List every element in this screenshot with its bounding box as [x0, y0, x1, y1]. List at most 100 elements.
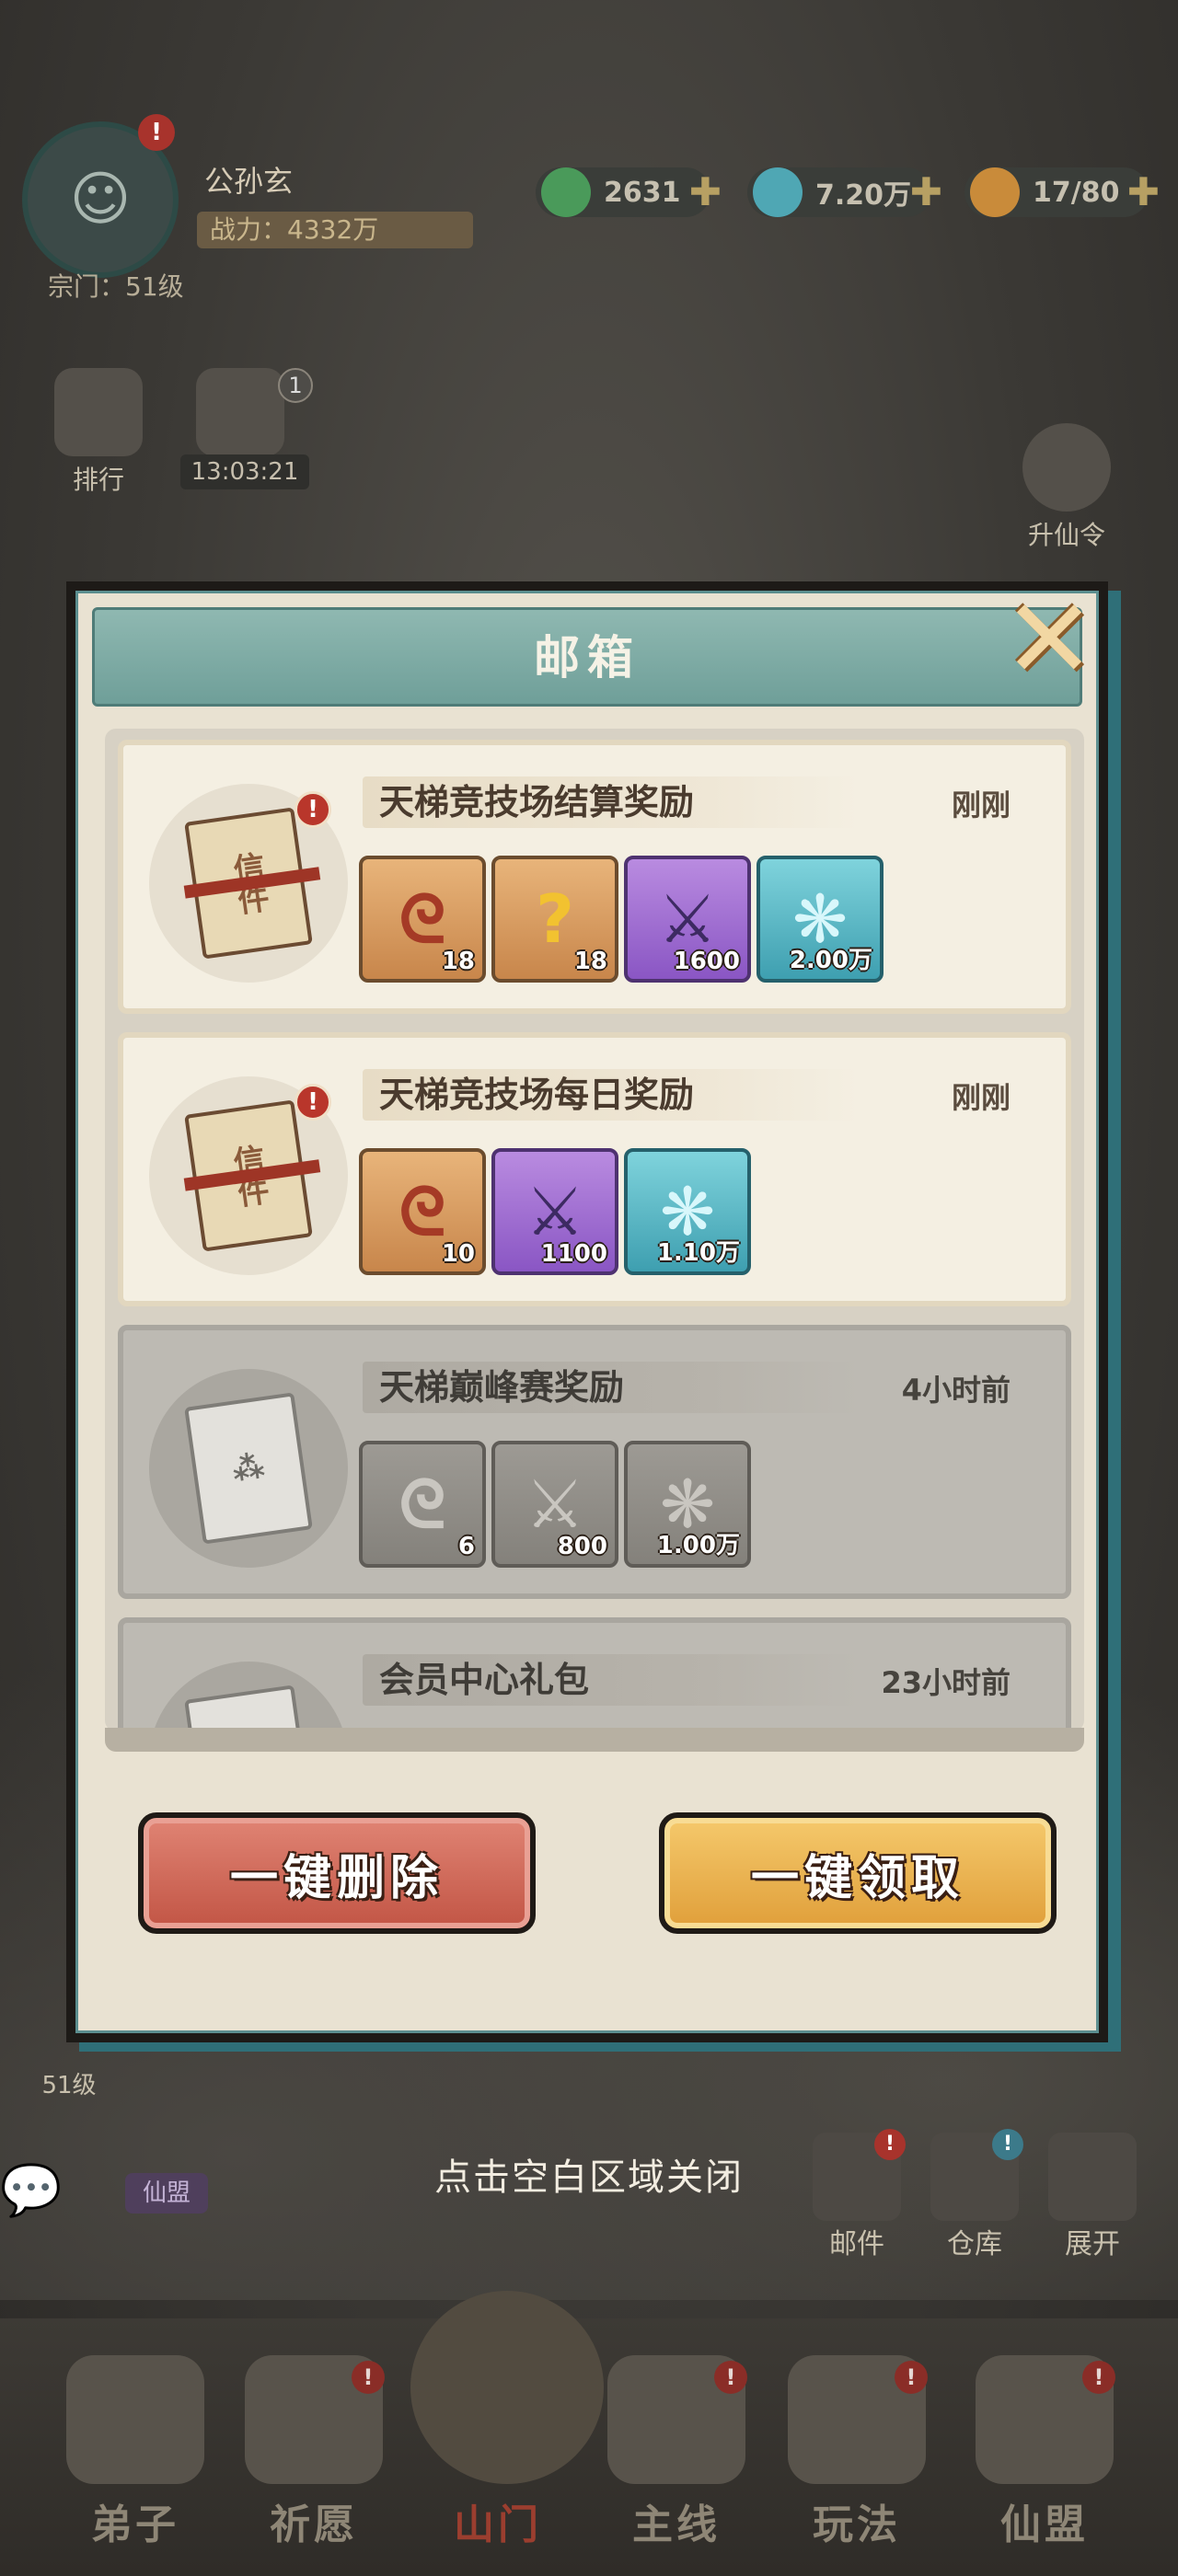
reward-glyph: ⚔ [525, 1466, 585, 1543]
warehouse-button[interactable]: ! 仓库 [924, 2129, 1025, 2261]
nav-wish-label: 祈愿 [270, 2501, 358, 2548]
reward-qty: 2.00万 [789, 947, 872, 974]
opened-letter-icon: ⁂ [149, 1369, 348, 1568]
player-power: 战力：4332万 [197, 212, 473, 248]
mail-rewards: ᘓ 18 ? 18 ⚔ 1600 ❋ 2.00万 [359, 856, 884, 984]
crystal-icon [753, 167, 803, 217]
ascend-label: 升仙令 [1027, 520, 1105, 550]
mail-label: 邮件 [829, 2228, 884, 2260]
jade-icon [541, 167, 591, 217]
mailbox-dialog: 邮箱 ✕ 信件 ! 天梯竞技场结算奖励 刚刚 ᘓ 18 ? 18 [66, 581, 1108, 2042]
add-jade-icon[interactable]: ✚ [689, 173, 722, 212]
reward-qty: 1.00万 [656, 1532, 740, 1559]
disciples-icon [66, 2355, 204, 2484]
gift-bag-button[interactable] [190, 368, 291, 460]
gift-bag-icon [196, 368, 284, 456]
scroll-ticket-icon[interactable]: ᘓ 18 [359, 856, 486, 983]
reward-glyph: ⚔ [525, 1173, 585, 1250]
unread-badge: ! [294, 1084, 331, 1121]
delete-all-label: 一键删除 [229, 1850, 444, 1906]
arena-medal-icon[interactable]: ⚔ 800 [491, 1441, 618, 1568]
mail-list[interactable]: 信件 ! 天梯竞技场结算奖励 刚刚 ᘓ 18 ? 18 ⚔ 1600 [105, 729, 1084, 1731]
nav-main-quest-label: 主线 [632, 2501, 721, 2548]
avatar-alert-badge: ! [138, 114, 175, 151]
rank-button[interactable]: 排行 [48, 368, 149, 497]
nav-main-quest[interactable]: ! 主线 [589, 2355, 764, 2550]
mail-button[interactable]: ! 邮件 [806, 2129, 907, 2261]
close-x-icon[interactable]: ✕ [994, 585, 1104, 696]
nav-sect-gate[interactable]: 山门 [410, 2291, 604, 2550]
reward-qty: 10 [441, 1240, 475, 1268]
nav-gameplay-badge: ! [895, 2361, 928, 2394]
mailbox-header: 邮箱 [92, 607, 1082, 707]
expand-label: 展开 [1065, 2228, 1120, 2260]
nav-disciples[interactable]: 弟子 [48, 2355, 223, 2550]
gift-count-badge: 1 [278, 368, 313, 403]
nav-alliance-badge: ! [1082, 2361, 1115, 2394]
nav-disciples-label: 弟子 [91, 2501, 179, 2548]
opened-letter-icon: ⁂ [149, 1662, 348, 1731]
resource-jade[interactable]: 2631 ✚ [536, 167, 722, 217]
claim-all-button[interactable]: 一键领取 [659, 1812, 1057, 1934]
mail-title: 会员中心礼包 [379, 1660, 590, 1700]
delete-all-button[interactable]: 一键删除 [138, 1812, 536, 1934]
spirit-crystal-icon[interactable]: ❋ 1.10万 [624, 1148, 751, 1275]
arena-medal-icon[interactable]: ⚔ 1100 [491, 1148, 618, 1275]
resource-crystal-value: 7.20万 [815, 179, 912, 212]
mail-title-bar: 天梯竞技场每日奖励 [363, 1069, 860, 1121]
mail-title: 天梯竞技场结算奖励 [379, 782, 695, 822]
nav-sect-gate-label: 山门 [454, 2501, 542, 2548]
mail-time: 23小时前 [881, 1665, 1011, 1700]
add-pouch-icon[interactable]: ✚ [1127, 173, 1160, 212]
reward-qty: 18 [573, 948, 607, 975]
resource-pouch[interactable]: 17/80 ✚ [964, 167, 1160, 217]
mail-item-1[interactable]: 信件 ! 天梯竞技场每日奖励 刚刚 ᘓ 10 ⚔ 1100 ❋ 1.10万 [118, 1032, 1071, 1306]
resource-crystal[interactable]: 7.20万 ✚ [747, 167, 942, 217]
nav-gameplay-label: 玩法 [813, 2501, 901, 2548]
nav-alliance[interactable]: ! 仙盟 [957, 2355, 1132, 2550]
scroll-ticket-icon[interactable]: ᘓ 10 [359, 1148, 486, 1275]
mail-alert-badge: ! [874, 2129, 906, 2160]
add-crystal-icon[interactable]: ✚ [910, 173, 942, 212]
sect-level: 宗门：51级 [48, 271, 184, 302]
mail-title-bar: 天梯竞技场结算奖励 [363, 776, 860, 828]
mail-time: 4小时前 [901, 1373, 1011, 1408]
expand-button[interactable]: 展开 [1042, 2133, 1143, 2261]
warehouse-alert-badge: ! [992, 2129, 1023, 2160]
reward-qty: 800 [557, 1533, 607, 1560]
mail-title: 天梯巅峰赛奖励 [379, 1367, 625, 1408]
ascend-button[interactable]: 升仙令 [1016, 423, 1117, 552]
mail-rewards: ᘓ 6 ⚔ 800 ❋ 1.00万 [359, 1441, 751, 1570]
mystery-chest-icon[interactable]: ? 18 [491, 856, 618, 983]
nav-gameplay[interactable]: ! 玩法 [769, 2355, 944, 2550]
bottom-nav: 弟子 ! 祈愿 山门 ! 主线 ! 玩法 ! 仙盟 [0, 2291, 1178, 2576]
pouch-icon [970, 167, 1020, 217]
reward-glyph: ⚔ [657, 880, 718, 958]
resource-jade-value: 2631 [604, 176, 681, 209]
reward-glyph: ? [536, 880, 574, 958]
letter-label: ⁂ [227, 1447, 270, 1489]
mail-item-2[interactable]: ⁂ 天梯巅峰赛奖励 4小时前 ᘓ 6 ⚔ 800 ❋ 1.00万 [118, 1325, 1071, 1599]
nav-wish[interactable]: ! 祈愿 [226, 2355, 401, 2550]
reward-qty: 18 [441, 948, 475, 975]
left-level: 51级 [41, 2072, 97, 2099]
mail-item-3[interactable]: ⁂ 会员中心礼包 23小时前 ⚙ [118, 1617, 1071, 1731]
nav-main-quest-badge: ! [714, 2361, 747, 2394]
warehouse-label: 仓库 [947, 2228, 1002, 2260]
mailbox-title: 邮箱 [534, 631, 641, 684]
spirit-crystal-icon[interactable]: ❋ 2.00万 [756, 856, 884, 983]
claim-all-label: 一键领取 [750, 1850, 964, 1906]
arena-medal-icon[interactable]: ⚔ 1600 [624, 856, 751, 983]
spirit-crystal-icon[interactable]: ❋ 1.00万 [624, 1441, 751, 1568]
reward-qty: 1.10万 [656, 1239, 740, 1267]
scroll-ticket-icon[interactable]: ᘓ 6 [359, 1441, 486, 1568]
mail-rewards: ᘓ 10 ⚔ 1100 ❋ 1.10万 [359, 1148, 751, 1277]
reward-qty: 6 [457, 1533, 475, 1560]
reward-qty: 1100 [540, 1240, 607, 1268]
mail-list-footer [105, 1728, 1084, 1752]
nav-alliance-label: 仙盟 [1000, 2501, 1089, 2548]
unread-badge: ! [294, 791, 331, 828]
mail-item-0[interactable]: 信件 ! 天梯竞技场结算奖励 刚刚 ᘓ 18 ? 18 ⚔ 1600 [118, 740, 1071, 1014]
mail-title-bar: 天梯巅峰赛奖励 [363, 1362, 860, 1413]
top-bar: ☺ ! 公孙玄 战力：4332万 宗门：51级 2631 ✚ 7.20万 ✚ 1… [0, 110, 1178, 313]
